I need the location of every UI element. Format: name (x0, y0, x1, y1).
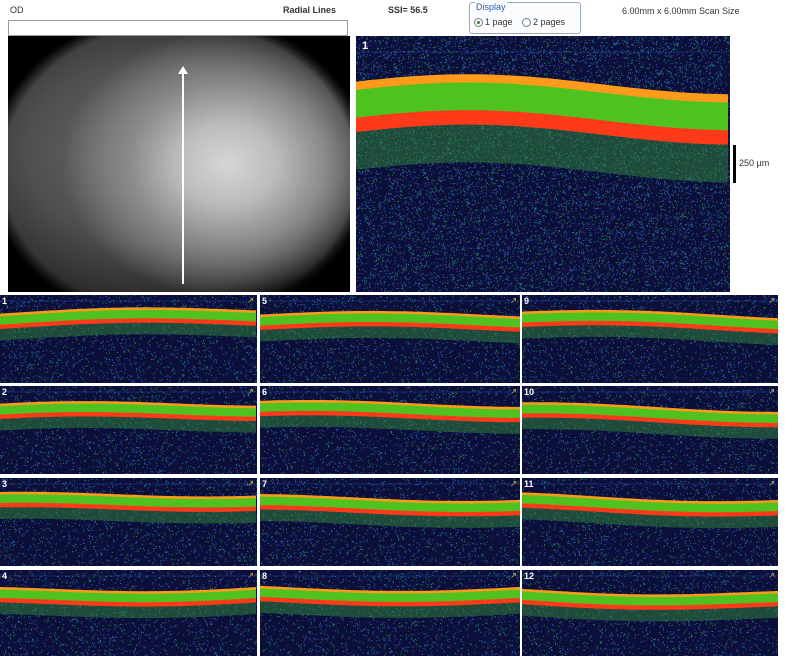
bscan-thumbnail[interactable]: 10 ↗ (522, 386, 778, 474)
bscan-thumbnail-image (260, 295, 520, 383)
display-option-2-pages[interactable]: 2 pages (522, 16, 565, 28)
scale-label: 250 µm (739, 158, 769, 168)
bscan-thumbnail[interactable]: 5 ↗ (260, 295, 520, 383)
info-field (8, 20, 348, 36)
display-group: Display 1 page 2 pages (469, 2, 581, 34)
thumbnail-number: 3 (2, 479, 7, 489)
display-option-label: 1 page (485, 17, 513, 27)
thumbnail-number: 8 (262, 571, 267, 581)
thumbnail-number: 4 (2, 571, 7, 581)
bscan-thumbnail-image (0, 295, 257, 383)
bscan-thumbnail[interactable]: 11 ↗ (522, 478, 778, 566)
bscan-thumbnail-image (0, 570, 257, 656)
bscan-thumbnail[interactable]: 7 ↗ (260, 478, 520, 566)
bscan-thumbnail[interactable]: 1 ↗ (0, 295, 257, 383)
orientation-arrow-icon: ↗ (510, 296, 517, 305)
orientation-arrow-icon: ↗ (768, 387, 775, 396)
scan-size-label: 6.00mm x 6.00mm Scan Size (622, 6, 740, 16)
bscan-thumbnail-image (0, 478, 257, 566)
display-option-1-page[interactable]: 1 page (474, 16, 513, 28)
scan-line-marker[interactable] (182, 72, 184, 284)
bscan-thumbnail-image (260, 386, 520, 474)
orientation-arrow-icon: ↗ (510, 479, 517, 488)
orientation-arrow-icon: ↗ (768, 571, 775, 580)
main-scan-number: 1 (362, 40, 368, 52)
display-legend: Display (475, 2, 507, 12)
orientation-arrow-icon: ↗ (510, 387, 517, 396)
radio-unselected-icon[interactable] (522, 17, 531, 27)
thumbnail-number: 11 (524, 479, 534, 489)
bscan-image (356, 36, 730, 292)
orientation-arrow-icon: ↗ (247, 571, 254, 580)
bscan-thumbnail-image (522, 386, 778, 474)
orientation-arrow-icon: ↗ (247, 479, 254, 488)
eye-label: OD (10, 5, 24, 15)
bscan-thumbnail-image (0, 386, 257, 474)
thumbnail-number: 12 (524, 571, 534, 581)
orientation-arrow-icon: ↗ (510, 571, 517, 580)
bscan-thumbnail[interactable]: 4 ↗ (0, 570, 257, 656)
orientation-arrow-icon: ↗ (768, 296, 775, 305)
ssi-label: SSI= 56.5 (388, 5, 428, 15)
bscan-thumbnail-image (522, 478, 778, 566)
bscan-thumbnail-image (260, 570, 520, 656)
orientation-arrow-icon: ↗ (247, 296, 254, 305)
radio-selected-icon[interactable] (474, 17, 483, 27)
bscan-thumbnail-image (522, 570, 778, 656)
scan-type-label: Radial Lines (283, 5, 336, 15)
bscan-thumbnail-image (522, 295, 778, 383)
thumbnail-number: 9 (524, 296, 529, 306)
bscan-thumbnail[interactable]: 3 ↗ (0, 478, 257, 566)
orientation-arrow-icon: ↗ (768, 479, 775, 488)
orientation-arrow-icon: ↗ (247, 387, 254, 396)
bscan-thumbnail[interactable]: 6 ↗ (260, 386, 520, 474)
thumbnail-number: 2 (2, 387, 7, 397)
main-bscan[interactable]: 1 (356, 36, 730, 292)
thumbnail-number: 5 (262, 296, 267, 306)
fundus-image[interactable] (8, 36, 350, 292)
thumbnail-number: 6 (262, 387, 267, 397)
bscan-thumbnail[interactable]: 2 ↗ (0, 386, 257, 474)
bscan-thumbnail[interactable]: 12 ↗ (522, 570, 778, 656)
display-option-label: 2 pages (533, 17, 565, 27)
bscan-thumbnail-image (260, 478, 520, 566)
thumbnail-number: 10 (524, 387, 534, 397)
thumbnail-number: 1 (2, 296, 7, 306)
scale-bar (733, 145, 736, 183)
thumbnail-number: 7 (262, 479, 267, 489)
bscan-thumbnail[interactable]: 9 ↗ (522, 295, 778, 383)
bscan-thumbnail[interactable]: 8 ↗ (260, 570, 520, 656)
